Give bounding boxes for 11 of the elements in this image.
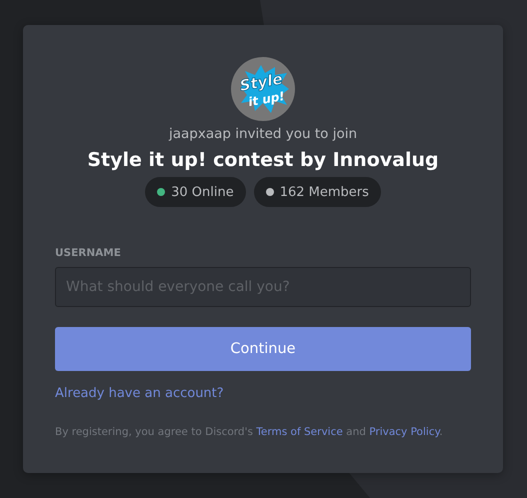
login-link[interactable]: Already have an account?: [55, 386, 224, 401]
member-count-pill: 30 Online: [145, 177, 246, 207]
policy-link[interactable]: Terms of Service: [256, 426, 343, 438]
server-name: Style it up! contest by Innovalug: [87, 149, 439, 171]
server-logo: Style it up!: [231, 57, 295, 121]
continue-button[interactable]: Continue: [55, 327, 471, 371]
policy-link[interactable]: Privacy Policy: [369, 426, 440, 438]
member-count-pill: 162 Members: [254, 177, 381, 207]
field-label: USERNAME: [55, 247, 122, 259]
invite-text: jaapxaap invited you to join: [168, 126, 358, 142]
legal-text: By registering, you agree to Discord's Terms of Service and Privacy Policy.: [55, 426, 444, 438]
